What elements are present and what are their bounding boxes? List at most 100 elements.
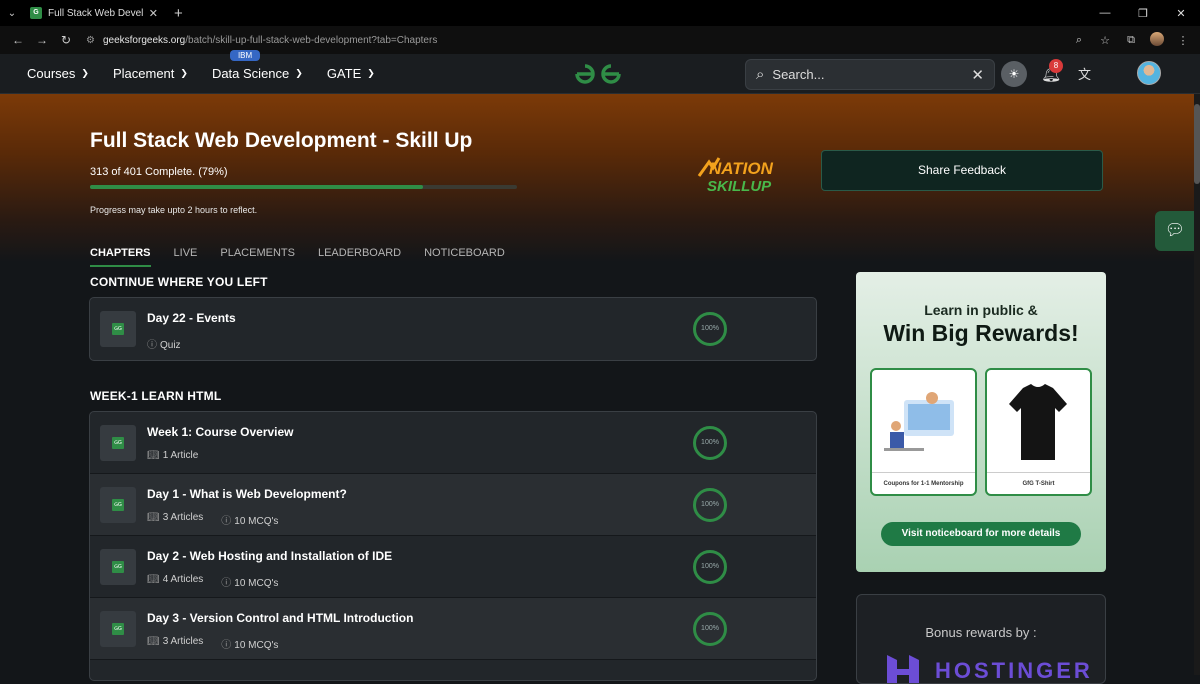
item-type: Quiz (160, 340, 181, 351)
item-meta: 📖︎ 1 Article (147, 450, 198, 461)
browser-tab[interactable]: G Full Stack Web Development - Sk ✕ (24, 0, 164, 26)
nav-data-science-label: Data Science (211, 66, 290, 81)
quiz-icon: ⓘ (221, 640, 232, 651)
bookmark-star-icon[interactable]: ☆ (1094, 34, 1116, 47)
gfg-chapter-icon (100, 425, 136, 461)
item-articles: 3 Articles (162, 636, 204, 647)
restore-icon[interactable]: ❐ (1124, 7, 1162, 20)
search-input[interactable] (772, 67, 964, 82)
mentorship-reward-card: Coupons for 1-1 Mentorship (870, 368, 977, 496)
item-meta: ⓘ Quiz (147, 336, 181, 351)
gfg-logo-icon[interactable] (573, 62, 623, 86)
share-feedback-button[interactable]: Share Feedback (821, 150, 1103, 191)
rewards-banner[interactable]: Learn in public & Win Big Rewards! Coupo… (856, 272, 1106, 572)
minimize-icon[interactable]: — (1086, 7, 1124, 19)
logo-line1: NATION (709, 159, 774, 178)
scrollbar-thumb[interactable] (1194, 104, 1200, 184)
tab-live[interactable]: LIVE (174, 247, 198, 267)
hostinger-logo: HOSTINGER (885, 653, 1093, 683)
url-path: /batch/skill-up-full-stack-web-developme… (185, 34, 438, 46)
progress-ring: 100% (693, 612, 727, 646)
tab-noticeboard[interactable]: NOTICEBOARD (424, 247, 505, 267)
promo-line2: Win Big Rewards! (883, 320, 1079, 346)
tshirt-icon (1009, 384, 1067, 460)
browser-menu-icon[interactable]: ⋮ (1172, 34, 1194, 47)
bonus-rewards-card: Bonus rewards by : HOSTINGER (856, 594, 1106, 684)
course-hero: Full Stack Web Development - Skill Up 31… (0, 94, 1200, 267)
logo-line2: SKILLUP (707, 178, 772, 194)
item-meta: 📖︎ 3 Articles ⓘ 10 MCQ's (147, 636, 278, 651)
item-articles: 1 Article (162, 450, 199, 461)
tab-chapters[interactable]: CHAPTERS (90, 247, 151, 267)
tab-leaderboard[interactable]: LEADERBOARD (318, 247, 401, 267)
url-field[interactable]: ⚙ geeksforgeeks.org/batch/skill-up-full-… (78, 29, 1068, 51)
theme-toggle-icon[interactable]: ☀ (1001, 61, 1027, 87)
profile-icon[interactable] (1146, 31, 1168, 49)
nav-courses-label: Courses (27, 66, 76, 81)
extensions-icon[interactable]: ⧉ (1120, 34, 1142, 47)
book-icon: 📖︎ (147, 636, 160, 647)
page-scrollbar[interactable] (1194, 94, 1200, 675)
progress-ring: 100% (693, 312, 727, 346)
nav-placement[interactable]: Placement ❯ (113, 66, 188, 81)
visit-noticeboard-button[interactable]: Visit noticeboard for more details (881, 522, 1081, 546)
tshirt-caption: GfG T-Shirt (987, 472, 1090, 494)
new-tab-icon[interactable]: + (174, 5, 183, 22)
list-item[interactable]: Week 1: Course Overview 📖︎1 Article 100% (90, 412, 816, 474)
gfg-chapter-icon (100, 549, 136, 585)
item-title: Day 2 - Web Hosting and Installation of … (147, 549, 393, 563)
address-bar: ← → ↻ ⚙ geeksforgeeks.org/batch/skill-up… (0, 26, 1200, 54)
avatar[interactable] (1137, 61, 1161, 85)
list-item[interactable]: Day 1 - What is Web Development? 📖︎3 Art… (90, 474, 816, 536)
back-icon[interactable]: ← (6, 33, 30, 47)
search-box[interactable]: ⌕ ✕ (745, 59, 995, 90)
item-mcqs: 10 MCQ's (234, 516, 279, 527)
forward-icon[interactable]: → (30, 33, 54, 47)
course-tabs: CHAPTERS LIVE PLACEMENTS LEADERBOARD NOT… (90, 247, 505, 267)
list-item[interactable]: Day 22 - Events ⓘQuiz 100% (90, 298, 816, 360)
site-info-icon[interactable]: ⚙ (86, 35, 95, 46)
bonus-title: Bonus rewards by : (925, 625, 1037, 640)
close-window-icon[interactable]: ✕ (1162, 7, 1200, 20)
mentorship-illustration-icon (884, 392, 954, 451)
quiz-icon: ⓘ (221, 516, 232, 527)
nation-skillup-logo: NATION SKILLUP (697, 157, 774, 194)
close-tab-icon[interactable]: ✕ (149, 7, 158, 20)
notification-badge: 8 (1049, 59, 1063, 73)
chat-icon[interactable]: 💬︎ (1155, 211, 1195, 251)
nav-courses[interactable]: Courses ❯ (27, 66, 89, 81)
gfg-chapter-icon (100, 611, 136, 647)
browser-tabbar: ⌄ G Full Stack Web Development - Sk ✕ + … (0, 0, 1200, 26)
week1-section-title: WEEK-1 LEARN HTML (90, 389, 222, 403)
site-header: Courses ❯ Placement ❯ IBM Data Science ❯… (0, 50, 1200, 94)
continue-card: Day 22 - Events ⓘQuiz 100% (89, 297, 817, 361)
item-title: Day 1 - What is Web Development? (147, 487, 347, 501)
chevron-down-icon: ❯ (367, 68, 375, 78)
mentorship-caption: Coupons for 1-1 Mentorship (872, 472, 975, 494)
item-meta: 📖︎ 3 Articles ⓘ 10 MCQ's (147, 512, 278, 527)
chevron-down-icon: ❯ (180, 68, 188, 78)
ibm-badge: IBM (229, 50, 261, 61)
url-host: geeksforgeeks.org (102, 34, 186, 46)
list-item[interactable]: Day 3 - Version Control and HTML Introdu… (90, 598, 816, 660)
list-item[interactable]: Day 2 - Web Hosting and Installation of … (90, 536, 816, 598)
item-mcqs: 10 MCQ's (234, 578, 279, 589)
hostinger-wordmark: HOSTINGER (935, 658, 1093, 683)
translate-icon[interactable]: 文 (1078, 64, 1091, 83)
progress-note: Progress may take upto 2 hours to reflec… (90, 205, 258, 215)
search-icon: ⌕ (756, 66, 765, 83)
reload-icon[interactable]: ↻ (54, 33, 78, 47)
item-articles: 3 Articles (162, 512, 204, 523)
chevron-down-icon: ❯ (295, 68, 303, 78)
zoom-icon[interactable]: ⌕ (1068, 34, 1090, 47)
tab-placements[interactable]: PLACEMENTS (220, 247, 295, 267)
book-icon: 📖︎ (147, 450, 160, 461)
clear-search-icon[interactable]: ✕ (971, 66, 984, 84)
item-title: Day 3 - Version Control and HTML Introdu… (147, 611, 414, 625)
nav-data-science[interactable]: IBM Data Science ❯ (211, 50, 303, 81)
gfg-chapter-icon (100, 487, 136, 523)
gfg-favicon-icon: G (30, 7, 42, 19)
book-icon: 📖︎ (147, 574, 160, 585)
tab-search-icon[interactable]: ⌄ (0, 8, 24, 19)
nav-gate[interactable]: GATE ❯ (327, 66, 375, 81)
